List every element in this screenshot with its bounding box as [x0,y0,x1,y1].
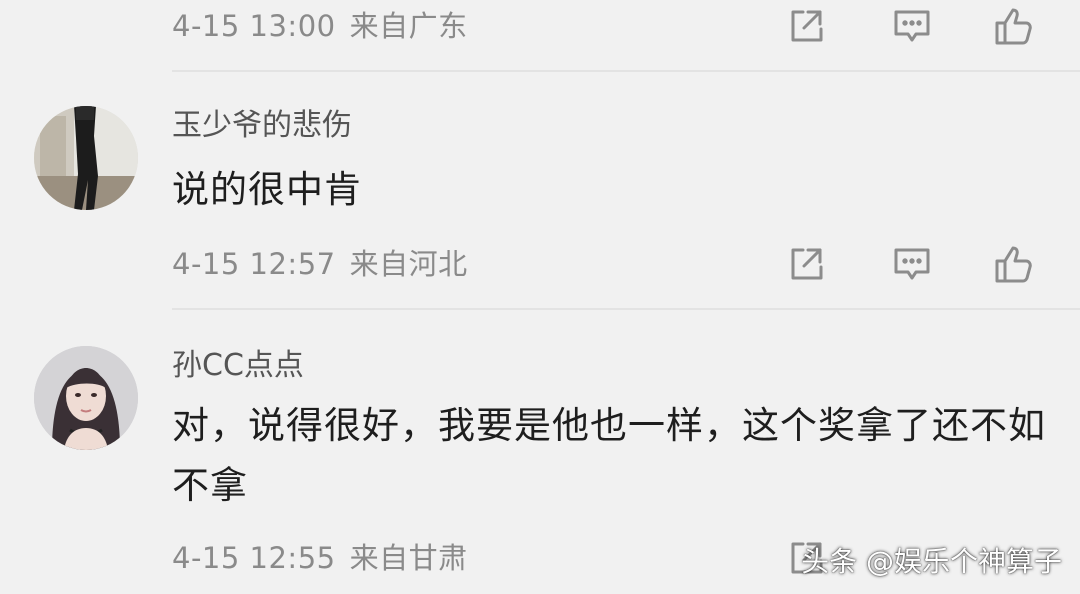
avatar[interactable] [34,106,138,210]
comment-meta: 4-15 12:55 来自甘肃 [172,536,468,580]
avatar-girl-portrait-icon [34,346,138,450]
comment-actions [784,4,1054,48]
comment-region: 来自甘肃 [349,541,468,575]
watermark: 头条 @娱乐个神算子 [801,545,1062,578]
comment-username[interactable]: 玉少爷的悲伤 [172,106,352,146]
comment-region: 来自河北 [349,247,468,281]
comment-list: 4-15 13:00 来自广东 玉少爷的悲伤 说的很中肯 4-15 12:57 … [0,0,1080,594]
comment-username[interactable]: 孙CC点点 [172,346,304,386]
comment-meta: 4-15 13:00 来自广东 [172,4,468,48]
share-icon [791,248,823,280]
comment-meta: 4-15 12:57 来自河北 [172,242,468,286]
comment-actions [784,242,1054,286]
reply-button[interactable] [890,4,934,48]
comment-region: 来自广东 [349,9,468,43]
share-icon [791,10,823,42]
like-button[interactable] [992,4,1036,48]
reply-button[interactable] [890,242,934,286]
divider [172,308,1080,310]
comment-icon [894,10,930,42]
divider [172,70,1080,72]
share-button[interactable] [784,242,828,286]
like-button[interactable] [992,242,1036,286]
comment-text: 说的很中肯 [172,168,362,211]
avatar-person-standing-icon [34,106,138,210]
comment-timestamp: 4-15 13:00 [172,9,336,43]
thumbs-up-icon [995,246,1032,283]
thumbs-up-icon [995,8,1032,45]
avatar[interactable] [34,346,138,450]
comment-timestamp: 4-15 12:55 [172,541,336,575]
comment-text: 对，说得很好，我要是他也一样，这个奖拿了还不如不拿 [172,404,1046,507]
comment-icon [894,248,930,280]
comment-timestamp: 4-15 12:57 [172,247,336,281]
share-button[interactable] [784,4,828,48]
